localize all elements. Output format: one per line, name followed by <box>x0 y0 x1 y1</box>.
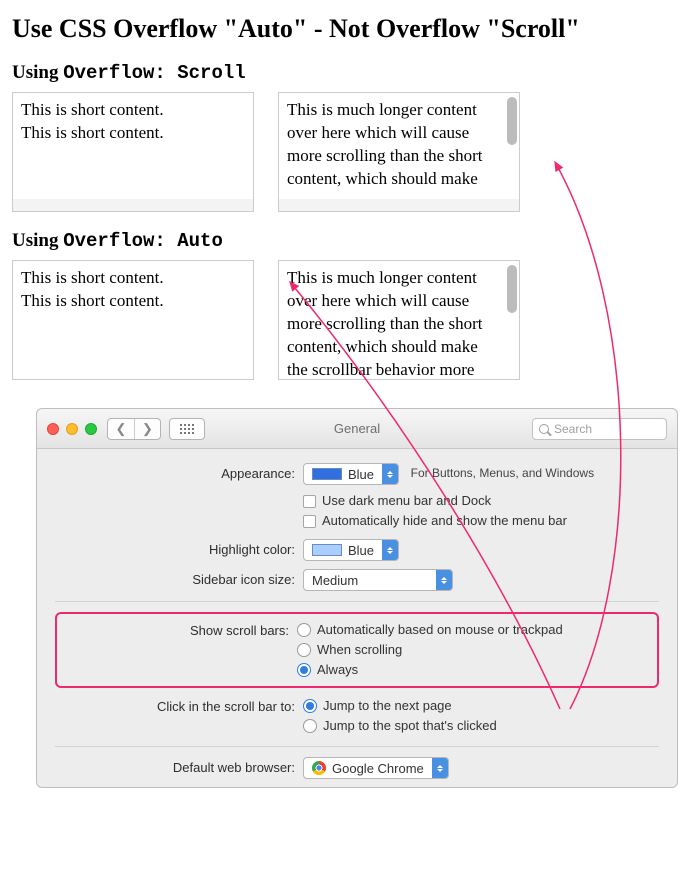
forward-button[interactable]: ❯ <box>134 419 160 439</box>
scrollbar-h-icon <box>13 199 253 211</box>
lightblue-swatch-icon <box>312 544 342 556</box>
sidebar-size-select[interactable]: Medium <box>303 569 453 591</box>
row-auto: This is short content. This is short con… <box>12 260 700 380</box>
prefs-body: Appearance: Blue For Buttons, Menus, and… <box>37 449 677 787</box>
radio-selected-icon <box>303 699 317 713</box>
scrollbar-v-icon[interactable] <box>507 265 517 313</box>
titlebar: ❮ ❯ General Search <box>37 409 677 449</box>
label-scrollbars: Show scroll bars: <box>57 620 297 642</box>
heading-auto-code: Overflow: Auto <box>63 230 223 252</box>
highlight-select[interactable]: Blue <box>303 539 399 561</box>
radio-when-label: When scrolling <box>317 640 402 660</box>
autohide-menu-label: Automatically hide and show the menu bar <box>322 511 567 531</box>
box-auto-short[interactable]: This is short content. This is short con… <box>12 260 254 380</box>
highlight-value: Blue <box>348 543 374 558</box>
chrome-icon <box>312 761 326 775</box>
label-sidebar-size: Sidebar icon size: <box>55 569 303 591</box>
stepper-icon <box>432 758 448 778</box>
traffic-lights <box>47 423 97 435</box>
box-auto-long-text: This is much longer content over here wh… <box>287 267 511 380</box>
back-button[interactable]: ❮ <box>108 419 134 439</box>
page-title: Use CSS Overflow "Auto" - Not Overflow "… <box>12 14 700 44</box>
nav-back-forward: ❮ ❯ <box>107 418 161 440</box>
radio-jump-page[interactable]: Jump to the next page <box>303 696 659 716</box>
checkbox-icon <box>303 495 316 508</box>
radio-selected-icon <box>297 663 311 677</box>
stepper-icon <box>382 464 398 484</box>
blue-swatch-icon <box>312 468 342 480</box>
browser-value: Google Chrome <box>332 761 424 776</box>
box-scroll-long[interactable]: This is much longer content over here wh… <box>278 92 520 212</box>
label-browser: Default web browser: <box>55 757 303 779</box>
dark-menu-label: Use dark menu bar and Dock <box>322 491 491 511</box>
heading-scroll-code: Overflow: Scroll <box>63 62 245 84</box>
divider <box>55 601 659 602</box>
box-auto-long[interactable]: This is much longer content over here wh… <box>278 260 520 380</box>
box-scroll-long-text: This is much longer content over here wh… <box>287 99 511 191</box>
row-click-scroll: Click in the scroll bar to: Jump to the … <box>55 696 659 736</box>
heading-auto-prefix: Using <box>12 230 63 251</box>
search-placeholder: Search <box>554 422 592 436</box>
radio-jump-spot-label: Jump to the spot that's clicked <box>323 716 497 736</box>
sidebar-size-value: Medium <box>312 573 358 588</box>
heading-scroll: Using Overflow: Scroll <box>12 62 700 84</box>
box-scroll-short-text: This is short content. This is short con… <box>21 99 245 145</box>
scrollbar-v-icon[interactable] <box>507 97 517 145</box>
heading-scroll-prefix: Using <box>12 62 63 83</box>
scrollbar-h-icon <box>279 199 519 211</box>
show-all-button[interactable] <box>169 418 205 440</box>
appearance-hint: For Buttons, Menus, and Windows <box>411 466 594 480</box>
heading-auto: Using Overflow: Auto <box>12 230 700 252</box>
label-appearance: Appearance: <box>55 463 303 485</box>
scrollbars-highlight: Show scroll bars: Automatically based on… <box>55 612 659 688</box>
row-highlight: Highlight color: Blue <box>55 539 659 561</box>
close-icon[interactable] <box>47 423 59 435</box>
search-icon <box>539 424 549 434</box>
radio-jump-page-label: Jump to the next page <box>323 696 452 716</box>
appearance-select[interactable]: Blue <box>303 463 399 485</box>
stepper-icon <box>436 570 452 590</box>
label-highlight: Highlight color: <box>55 539 303 561</box>
checkbox-icon <box>303 515 316 528</box>
label-click-scroll: Click in the scroll bar to: <box>55 696 303 718</box>
radio-icon <box>303 719 317 733</box>
radio-always[interactable]: Always <box>297 660 649 680</box>
radio-when-scrolling[interactable]: When scrolling <box>297 640 649 660</box>
divider <box>55 746 659 747</box>
appearance-value: Blue <box>348 467 374 482</box>
minimize-icon[interactable] <box>66 423 78 435</box>
radio-always-label: Always <box>317 660 358 680</box>
radio-icon <box>297 623 311 637</box>
row-sidebar-size: Sidebar icon size: Medium <box>55 569 659 591</box>
browser-select[interactable]: Google Chrome <box>303 757 449 779</box>
row-browser: Default web browser: Google Chrome <box>55 757 659 779</box>
maximize-icon[interactable] <box>85 423 97 435</box>
grid-icon <box>180 424 194 434</box>
row-scroll: This is short content. This is short con… <box>12 92 700 212</box>
autohide-menu-checkbox[interactable]: Automatically hide and show the menu bar <box>303 511 659 531</box>
radio-jump-spot[interactable]: Jump to the spot that's clicked <box>303 716 659 736</box>
box-scroll-short[interactable]: This is short content. This is short con… <box>12 92 254 212</box>
row-appearance: Appearance: Blue For Buttons, Menus, and… <box>55 463 659 531</box>
search-input[interactable]: Search <box>532 418 667 440</box>
radio-auto-mouse[interactable]: Automatically based on mouse or trackpad <box>297 620 649 640</box>
radio-auto-label: Automatically based on mouse or trackpad <box>317 620 563 640</box>
mac-prefs-window: ❮ ❯ General Search Appearance: <box>36 408 678 788</box>
radio-icon <box>297 643 311 657</box>
stepper-icon <box>382 540 398 560</box>
dark-menu-checkbox[interactable]: Use dark menu bar and Dock <box>303 491 659 511</box>
box-auto-short-text: This is short content. This is short con… <box>21 267 245 313</box>
